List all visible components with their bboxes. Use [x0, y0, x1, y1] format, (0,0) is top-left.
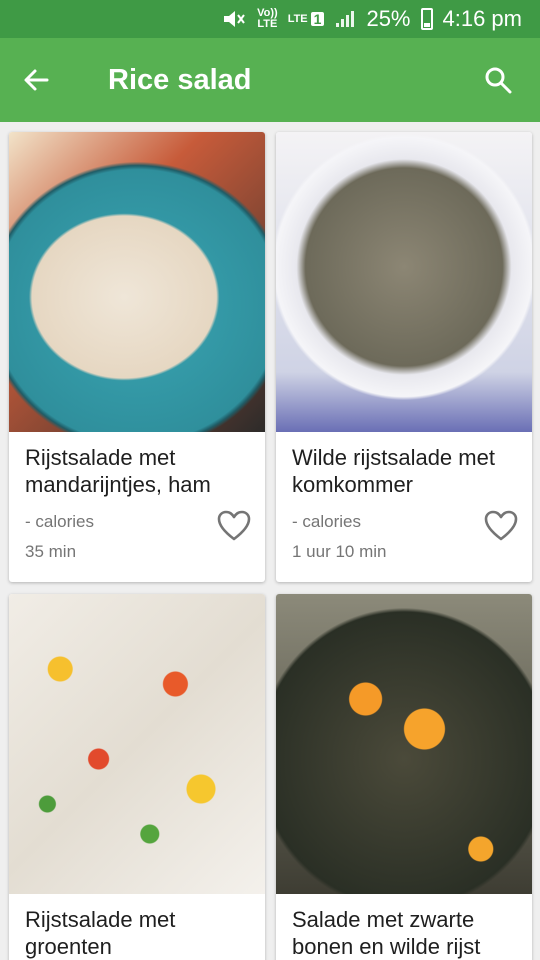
recipe-photo — [9, 594, 265, 894]
app-bar: Rice salad — [0, 38, 540, 122]
recipe-photo — [276, 594, 532, 894]
recipe-time: 35 min — [25, 542, 77, 561]
recipe-time: 1 uur 10 min — [292, 542, 387, 561]
battery-icon — [420, 8, 433, 30]
recipe-photo — [9, 132, 265, 432]
recipe-name: Wilde rijstsalade met komkommer — [292, 445, 495, 497]
recipe-card[interactable]: Rijstsalade met groenten — [9, 594, 265, 960]
recipe-name: Salade met zwarte bonen en wilde rijst — [292, 907, 481, 959]
lte-signal-icon: LTE 1 — [288, 12, 325, 26]
search-button[interactable] — [456, 38, 540, 122]
recipe-card[interactable]: Wilde rijstsalade met komkommer - calori… — [276, 132, 532, 582]
signal-strength-icon — [334, 9, 356, 29]
page-title: Rice salad — [108, 63, 252, 96]
status-bar: Vo)) LTE LTE 1 25% 4:16 pm — [0, 0, 540, 38]
recipe-name: Rijstsalade met mandarijntjes, ham — [25, 445, 211, 497]
volte-indicator: Vo)) LTE — [257, 7, 278, 30]
recipe-card[interactable]: Salade met zwarte bonen en wilde rijst — [276, 594, 532, 960]
search-icon — [485, 67, 512, 94]
recipe-card[interactable]: Rijstsalade met mandarijntjes, ham - cal… — [9, 132, 265, 582]
recipe-photo — [276, 132, 532, 432]
favorite-heart-icon[interactable] — [217, 510, 251, 542]
recipe-calories: - calories — [292, 512, 361, 531]
mute-icon — [221, 8, 247, 30]
recipe-calories: - calories — [25, 512, 94, 531]
battery-percent: 25% — [366, 6, 411, 31]
recipe-name: Rijstsalade met groenten — [25, 907, 176, 959]
back-button[interactable] — [0, 38, 72, 122]
recipe-grid: Rijstsalade met mandarijntjes, ham - cal… — [0, 122, 540, 960]
arrow-back-icon — [24, 69, 49, 91]
favorite-heart-icon[interactable] — [484, 510, 518, 542]
clock: 4:16 pm — [442, 6, 523, 31]
